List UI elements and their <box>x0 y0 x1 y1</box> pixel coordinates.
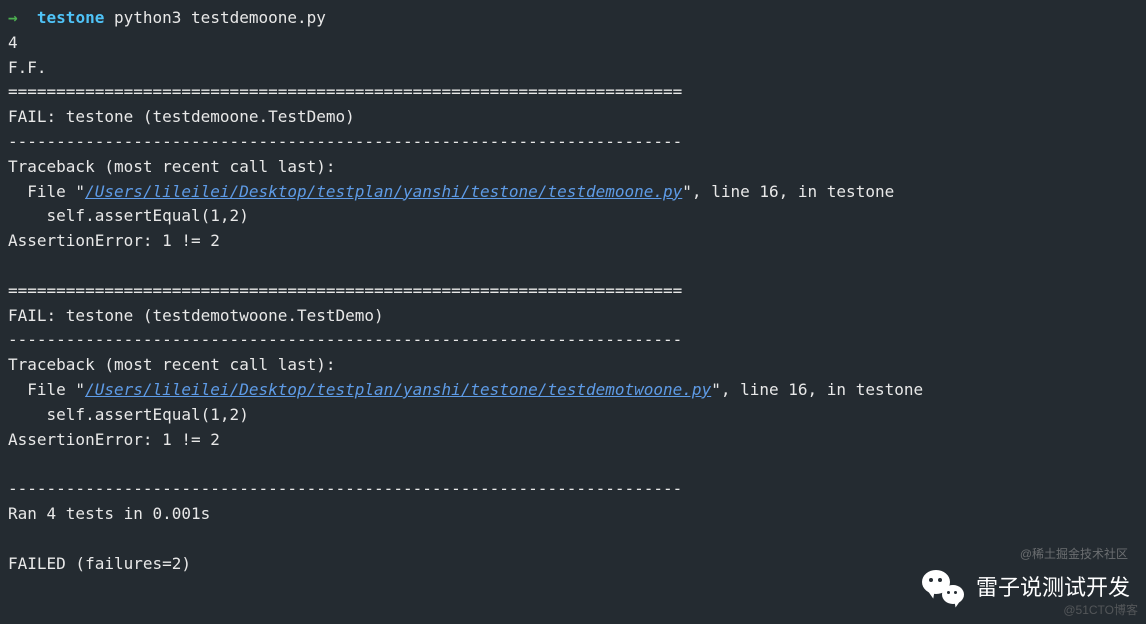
assertion-error: AssertionError: 1 != 2 <box>8 229 1138 254</box>
traceback-code-line: self.assertEqual(1,2) <box>8 204 1138 229</box>
traceback-file-line: File "/Users/lileilei/Desktop/testplan/y… <box>8 378 1138 403</box>
terminal-output[interactable]: → testone python3 testdemoone.py 4 F.F. … <box>8 6 1138 576</box>
blank-line <box>8 254 1138 279</box>
separator-line: ========================================… <box>8 279 1138 304</box>
separator-line: ========================================… <box>8 80 1138 105</box>
fail-header: FAIL: testone (testdemoone.TestDemo) <box>8 105 1138 130</box>
dash-line: ----------------------------------------… <box>8 477 1138 502</box>
file-link[interactable]: /Users/lileilei/Desktop/testplan/yanshi/… <box>85 380 711 399</box>
traceback-header: Traceback (most recent call last): <box>8 353 1138 378</box>
output-line: 4 <box>8 31 1138 56</box>
dash-line: ----------------------------------------… <box>8 130 1138 155</box>
prompt-line: → testone python3 testdemoone.py <box>8 6 1138 31</box>
assertion-error: AssertionError: 1 != 2 <box>8 428 1138 453</box>
summary-ran: Ran 4 tests in 0.001s <box>8 502 1138 527</box>
dash-line: ----------------------------------------… <box>8 328 1138 353</box>
watermark-juejin: @稀土掘金技术社区 <box>1020 545 1128 564</box>
prompt-arrow: → <box>8 8 18 27</box>
blank-line <box>8 527 1138 552</box>
prompt-dir: testone <box>37 8 104 27</box>
traceback-code-line: self.assertEqual(1,2) <box>8 403 1138 428</box>
traceback-header: Traceback (most recent call last): <box>8 155 1138 180</box>
wechat-name: 雷子说测试开发 <box>976 571 1130 605</box>
traceback-file-line: File "/Users/lileilei/Desktop/testplan/y… <box>8 180 1138 205</box>
fail-header: FAIL: testone (testdemotwoone.TestDemo) <box>8 304 1138 329</box>
prompt-command: python3 testdemoone.py <box>114 8 326 27</box>
blank-line <box>8 452 1138 477</box>
wechat-icon <box>922 570 964 606</box>
watermark-cto: @51CTO博客 <box>1063 601 1138 620</box>
output-line: F.F. <box>8 56 1138 81</box>
file-link[interactable]: /Users/lileilei/Desktop/testplan/yanshi/… <box>85 182 682 201</box>
